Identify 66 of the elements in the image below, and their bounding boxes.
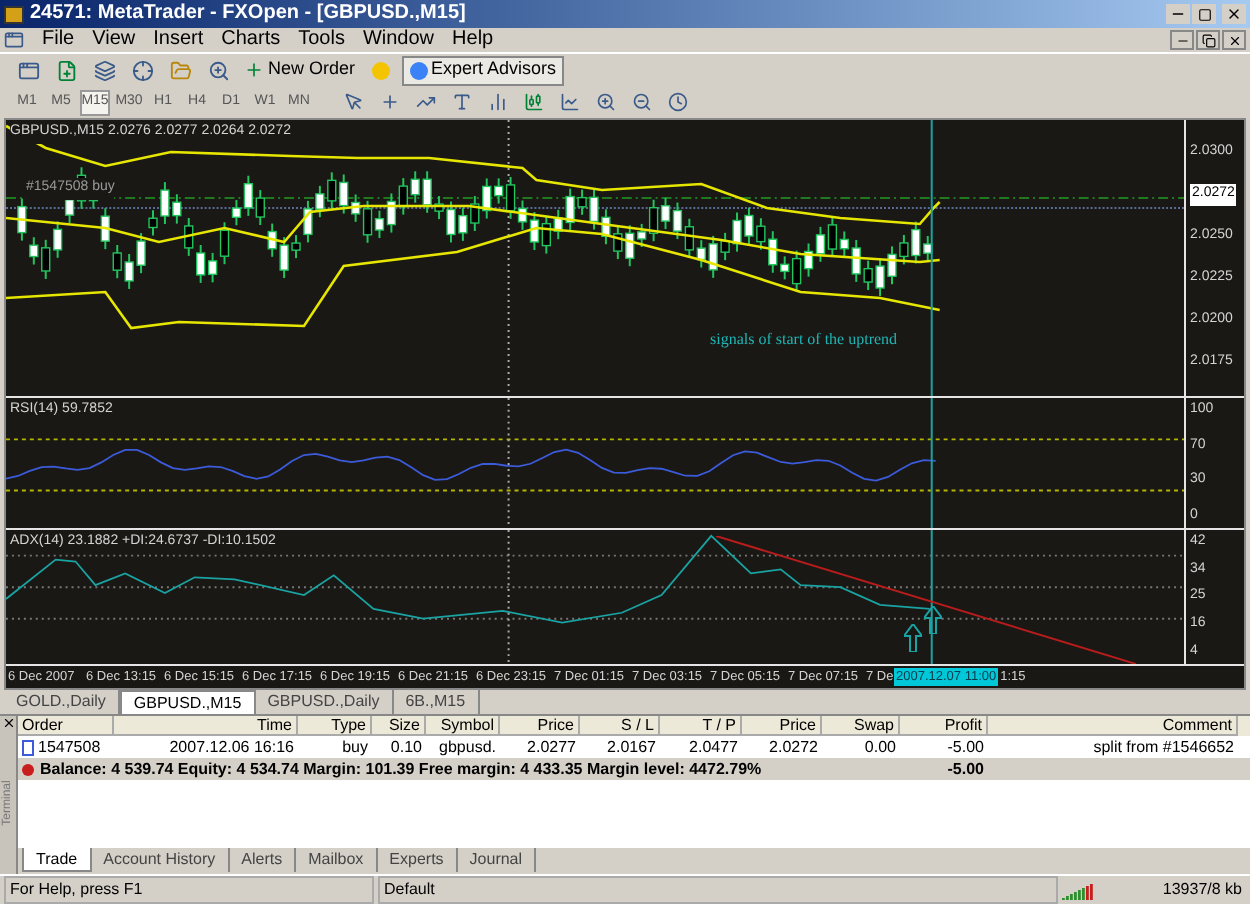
window-title: 24571: MetaTrader - FXOpen - [GBPUSD.,M15]: [30, 4, 468, 24]
terminal-tab[interactable]: Experts: [377, 848, 458, 872]
column-header[interactable]: Comment: [988, 716, 1238, 736]
menu-item[interactable]: Window: [362, 30, 435, 50]
connection-bars-icon: [1062, 881, 1094, 899]
menu-item[interactable]: File: [42, 30, 75, 50]
table-cell: -5.00: [947, 735, 984, 759]
chart-annotation: signals of start of the uptrend: [710, 328, 898, 352]
app-icon: [4, 5, 24, 23]
column-header[interactable]: T / P: [660, 716, 742, 736]
menu-item[interactable]: Help: [452, 30, 494, 50]
table-cell: 0.00: [864, 735, 896, 759]
terminal-tab[interactable]: Journal: [457, 848, 537, 872]
table-cell: 2.0477: [689, 735, 738, 759]
menu-item[interactable]: Tools: [298, 30, 345, 50]
column-header[interactable]: S / L: [580, 716, 660, 736]
terminal-tab[interactable]: Trade: [22, 848, 92, 872]
close-icon: [1227, 33, 1241, 47]
table-cell: 0.10: [390, 735, 422, 759]
column-header[interactable]: Profit: [900, 716, 988, 736]
restore-button[interactable]: [1196, 30, 1220, 50]
table-cell: 2.0272: [769, 735, 818, 759]
close-icon: [1226, 6, 1242, 22]
column-header[interactable]: Price: [742, 716, 822, 736]
restore-icon: [1201, 33, 1215, 47]
terminal-tab[interactable]: Alerts: [229, 848, 297, 872]
column-header[interactable]: Size: [372, 716, 426, 736]
column-header[interactable]: Order: [18, 716, 114, 736]
table-cell: 2007.12.06 16:16: [169, 735, 294, 759]
minimize-button[interactable]: [1170, 30, 1194, 50]
summary-profit: -5.00: [947, 759, 984, 777]
table-cell: 1547508: [38, 735, 101, 759]
menu-item[interactable]: Charts: [221, 30, 281, 50]
menu-item[interactable]: View: [92, 30, 136, 50]
table-cell: 2.0277: [527, 735, 576, 759]
chart-tab[interactable]: GBPUSD.,M15: [119, 690, 256, 714]
expert-advisors-button[interactable]: Expert Advisors: [401, 55, 565, 85]
chart-window-icon: [4, 30, 24, 50]
maximize-button[interactable]: [1192, 4, 1216, 24]
status-traffic: 13937/8 kb: [1160, 878, 1244, 902]
table-cell: gbpusd.: [439, 735, 496, 759]
close-icon[interactable]: [1, 716, 15, 730]
plus-icon: [244, 60, 264, 80]
table-cell: buy: [342, 735, 368, 759]
new-order-button[interactable]: New Order: [240, 55, 360, 85]
status-text: For Help, press F1: [4, 876, 374, 904]
minimize-button[interactable]: [1166, 4, 1190, 24]
column-header[interactable]: Type: [298, 716, 372, 736]
close-button[interactable]: [1222, 4, 1246, 24]
column-header[interactable]: Swap: [822, 716, 900, 736]
table-cell: 2.0167: [607, 735, 656, 759]
column-header[interactable]: Symbol: [426, 716, 500, 736]
arrow-up-icon: [904, 624, 922, 652]
account-summary: Balance: 4 539.74 Equity: 4 534.74 Margin: 101.39 Free margin: 4 433.35 Margin level: 4472.79%: [40, 757, 762, 781]
column-header[interactable]: Price: [500, 716, 580, 736]
column-header[interactable]: Time: [114, 716, 298, 736]
menu-item[interactable]: Insert: [153, 30, 204, 50]
close-button[interactable]: [1222, 30, 1246, 50]
table-cell: split from #1546652: [1093, 735, 1234, 759]
status-profile: Default: [378, 876, 1058, 904]
terminal-tab[interactable]: Mailbox: [296, 848, 378, 872]
terminal-tab[interactable]: Account History: [91, 848, 230, 872]
chart-tab[interactable]: 6B.,M15: [393, 690, 480, 714]
maximize-icon: [1197, 7, 1211, 21]
arrow-up-icon: [924, 606, 942, 634]
chart-tab[interactable]: GBPUSD.,Daily: [255, 690, 394, 714]
